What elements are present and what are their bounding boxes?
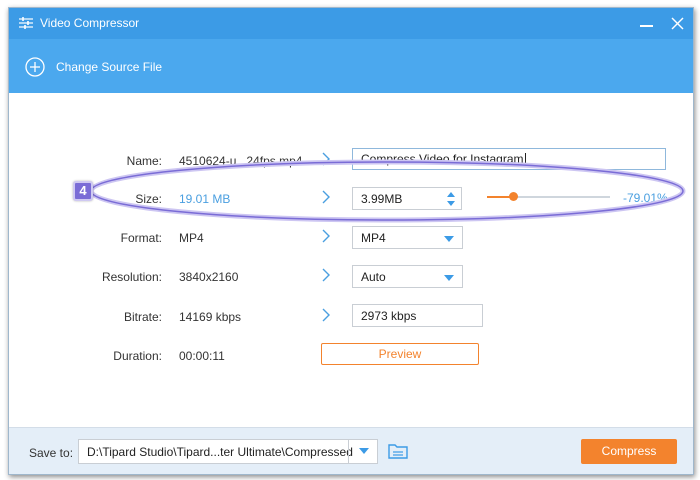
footer-bar: Save to: D:\Tipard Studio\Tipard...ter U…: [9, 427, 693, 474]
source-format-value: MP4: [179, 231, 204, 245]
change-source-label: Change Source File: [56, 60, 163, 74]
format-select[interactable]: MP4: [352, 226, 463, 249]
title-bar: Video Compressor: [9, 8, 693, 39]
size-stepper[interactable]: 3.99MB: [352, 187, 462, 210]
save-path-field[interactable]: D:\Tipard Studio\Tipard...ter Ultimate\C…: [78, 439, 378, 464]
plus-circle-icon: [25, 57, 45, 77]
save-to-label: Save to:: [29, 446, 74, 460]
chevron-right-icon: [322, 152, 330, 166]
source-resolution-value: 3840x2160: [179, 270, 239, 284]
output-name-input[interactable]: Compress Video for Instagram: [352, 148, 666, 170]
sliders-icon: [19, 17, 33, 29]
resolution-select[interactable]: Auto: [352, 265, 463, 288]
chevron-right-icon: [322, 190, 330, 204]
close-icon[interactable]: [663, 8, 693, 39]
size-slider[interactable]: [487, 192, 610, 201]
chevron-right-icon: [322, 308, 330, 322]
video-compressor-window: Video Compressor Change Source File Name…: [8, 7, 694, 475]
name-label: Name:: [126, 154, 162, 168]
compress-settings-panel: Name: 4510624-u...24fps.mp4 Compress Vid…: [9, 93, 693, 427]
chevron-right-icon: [322, 229, 330, 243]
chevron-down-icon: [444, 236, 454, 242]
chevron-down-icon: [359, 448, 369, 454]
output-name-value: Compress Video for Instagram: [361, 152, 524, 166]
resolution-select-value: Auto: [361, 269, 386, 284]
source-size-value: 19.01 MB: [179, 192, 231, 206]
resolution-label: Resolution:: [101, 270, 162, 284]
compress-button[interactable]: Compress: [581, 439, 677, 464]
source-bitrate-value: 14169 kbps: [179, 310, 242, 324]
chevron-right-icon: [322, 268, 330, 282]
save-path-value: D:\Tipard Studio\Tipard...ter Ultimate\C…: [87, 444, 353, 459]
duration-label: Duration:: [113, 349, 162, 363]
step-number-badge: 4: [73, 181, 93, 201]
minimize-icon[interactable]: [633, 8, 663, 39]
format-select-value: MP4: [361, 230, 386, 245]
bitrate-input[interactable]: 2973 kbps: [352, 304, 483, 327]
format-label: Format:: [120, 231, 162, 245]
output-size-value: 3.99MB: [361, 191, 403, 206]
chevron-down-icon: [444, 275, 454, 281]
toolbar: Change Source File: [9, 39, 693, 93]
size-slider-handle[interactable]: [508, 192, 518, 201]
bitrate-input-value: 2973 kbps: [361, 308, 417, 323]
window-title: Video Compressor: [40, 16, 140, 30]
stepper-arrows-icon[interactable]: [445, 190, 457, 208]
preview-button[interactable]: Preview: [321, 343, 479, 365]
folder-icon[interactable]: [387, 441, 409, 461]
change-source-file-button[interactable]: Change Source File: [25, 56, 162, 78]
bitrate-label: Bitrate:: [123, 310, 162, 324]
save-path-dropdown[interactable]: [348, 439, 378, 464]
source-name-value: 4510624-u...24fps.mp4: [179, 154, 303, 168]
duration-value: 00:00:11: [179, 349, 225, 363]
compression-percent: -79.01%: [623, 191, 668, 205]
